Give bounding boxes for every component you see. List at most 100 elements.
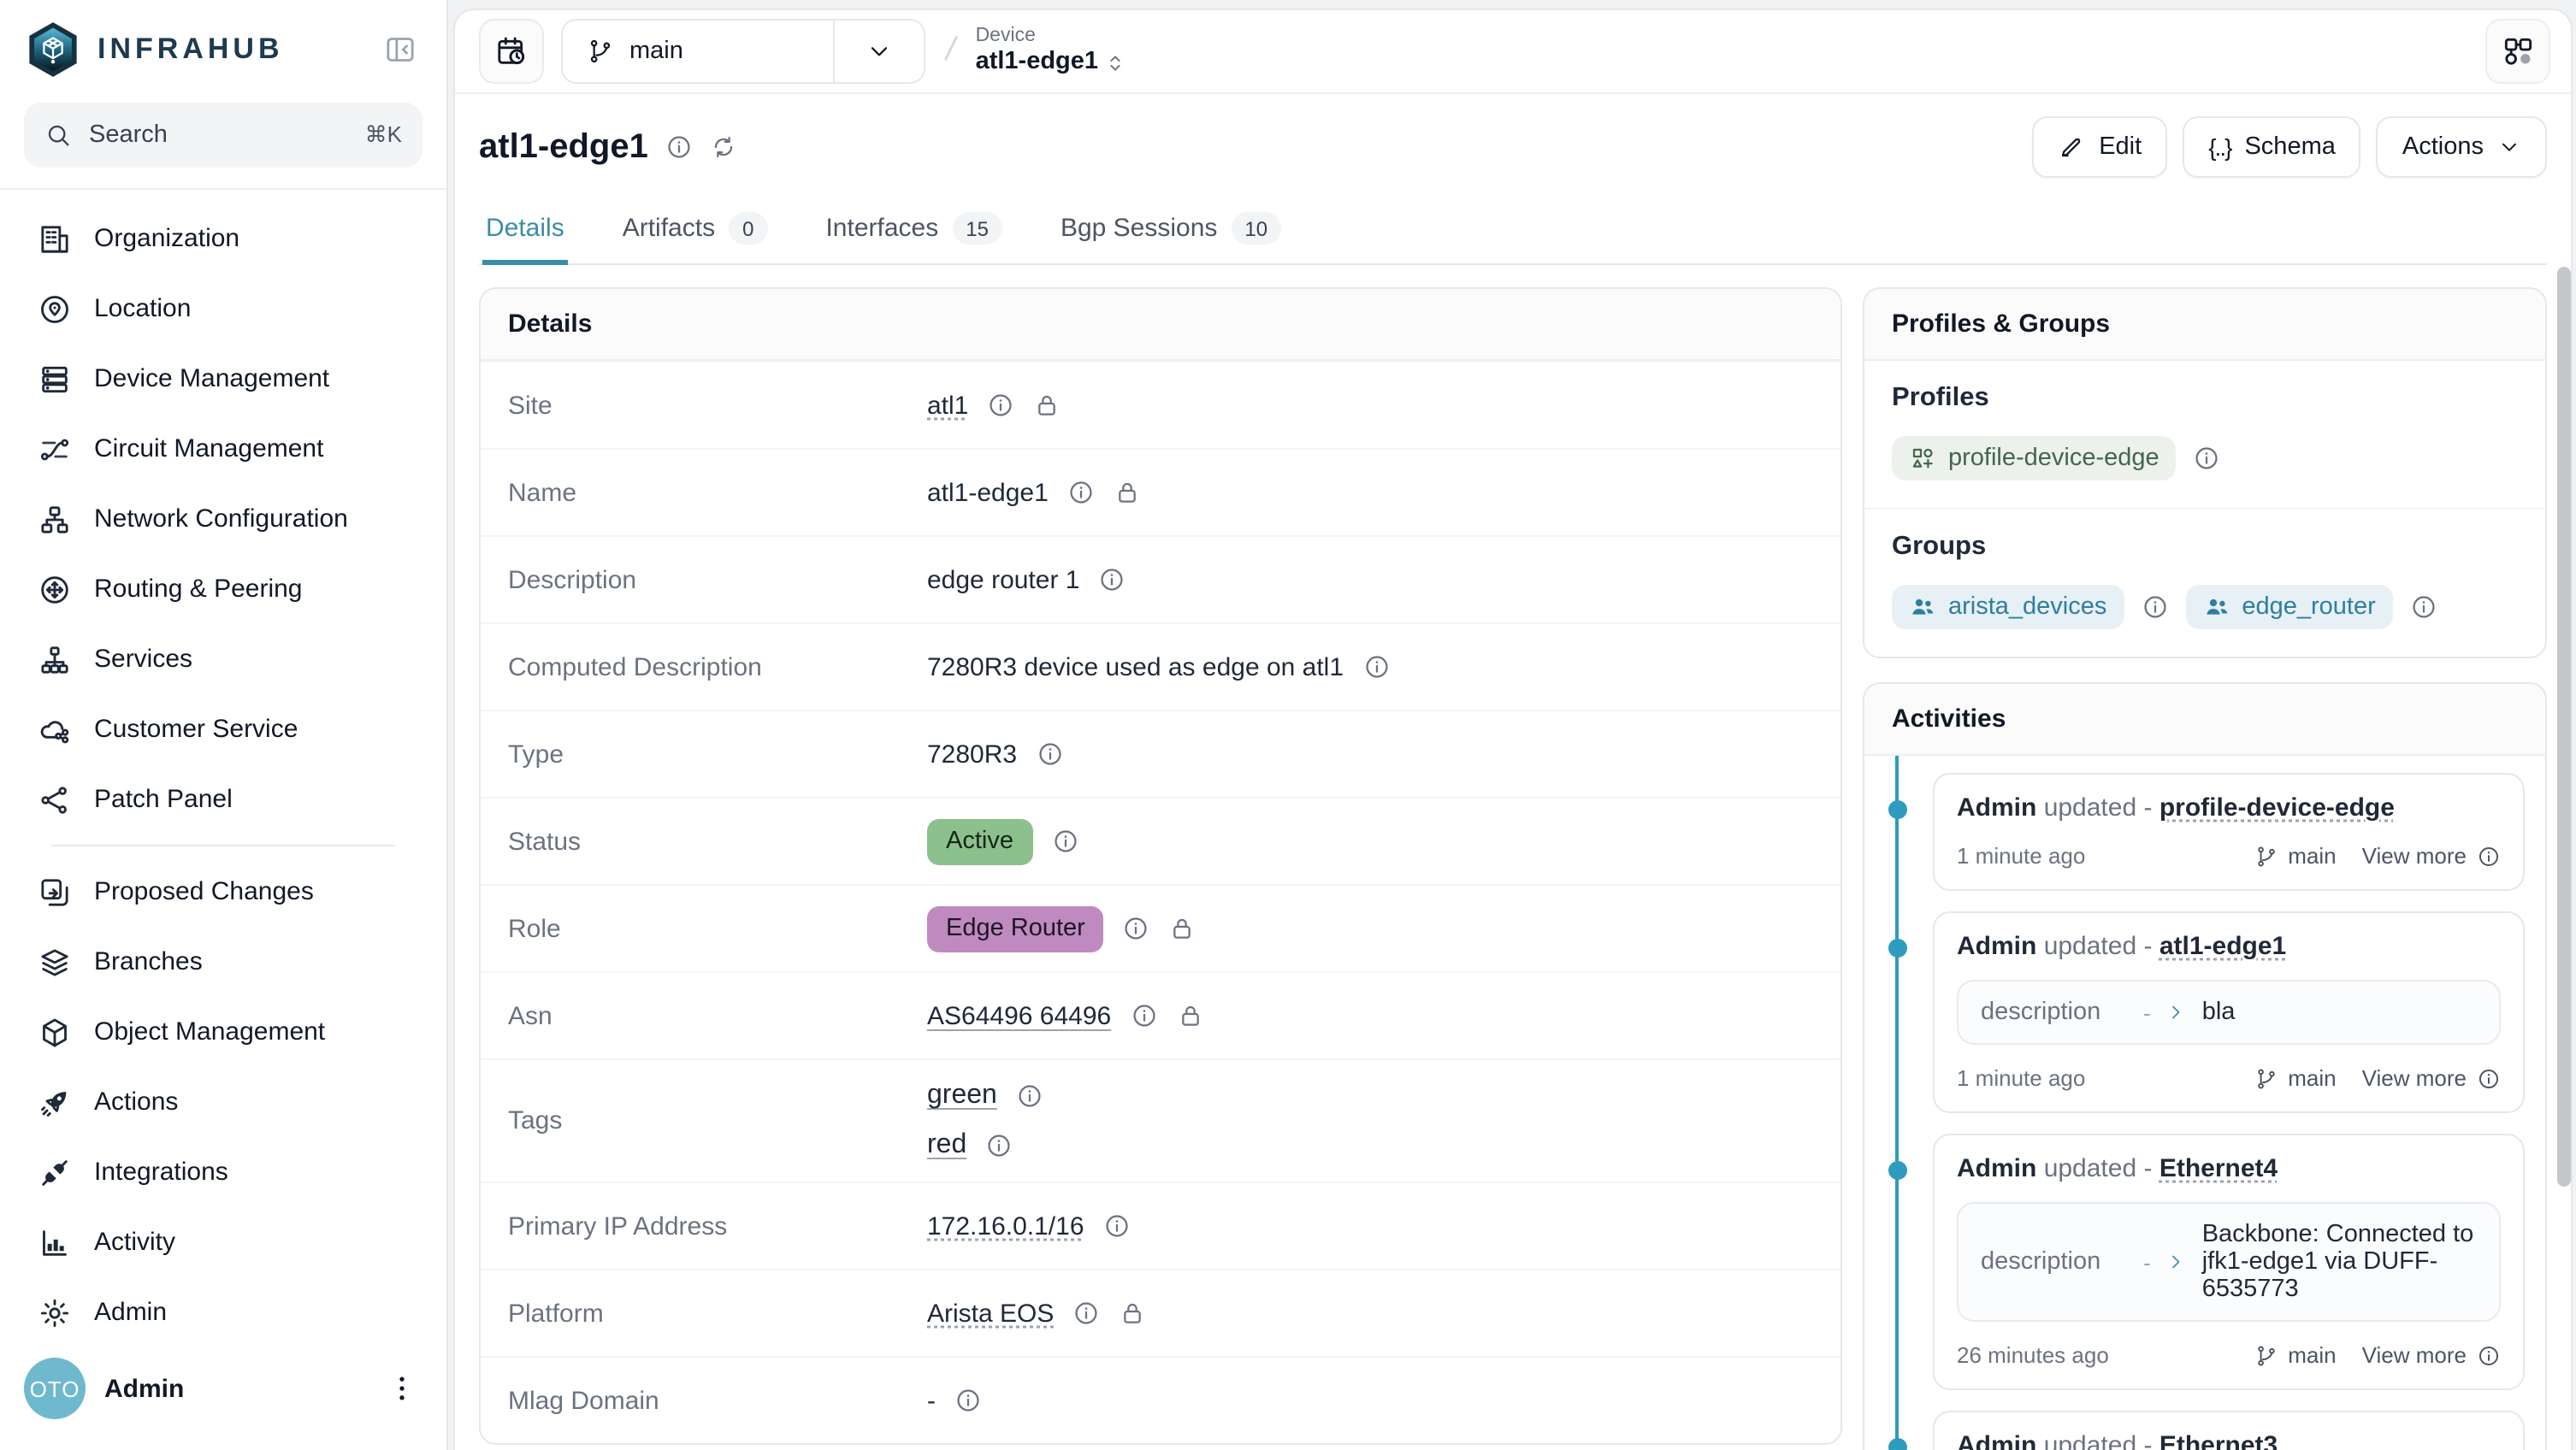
site-link[interactable]: atl1 <box>927 391 968 420</box>
lock-icon <box>1033 392 1061 419</box>
network-icon <box>38 502 72 536</box>
view-more-link[interactable]: View more <box>2362 1342 2501 1368</box>
graph-view-button[interactable] <box>2485 19 2550 84</box>
tab-count-badge: 15 <box>952 212 1002 245</box>
tab-details[interactable]: Details <box>482 212 568 263</box>
activity-object-link[interactable]: atl1-edge1 <box>2159 932 2286 961</box>
detail-row-platform: Platform Arista EOS <box>481 1269 1840 1356</box>
activity-time: 26 minutes ago <box>1957 1342 2109 1368</box>
sidebar-item-location[interactable]: Location <box>14 274 433 344</box>
scrollbar-thumb[interactable] <box>2557 267 2571 1187</box>
activities-card: Activities Admin updated - profile-devic… <box>1863 682 2547 1450</box>
info-icon[interactable] <box>1362 653 1390 681</box>
tab-artifacts[interactable]: Artifacts0 <box>619 212 771 263</box>
users-icon <box>2202 593 2230 621</box>
activity-time: 1 minute ago <box>1957 843 2085 869</box>
tab-bgp-sessions[interactable]: Bgp Sessions10 <box>1057 212 1285 263</box>
cube-icon <box>38 1015 72 1049</box>
activity-object-link[interactable]: profile-device-edge <box>2159 793 2395 822</box>
time-travel-button[interactable] <box>479 19 544 84</box>
view-more-link[interactable]: View more <box>2362 1065 2501 1091</box>
activity-object-link[interactable]: Ethernet4 <box>2159 1154 2278 1183</box>
sidebar-item-branches[interactable]: Branches <box>14 927 433 997</box>
sidebar-item-patch-panel[interactable]: Patch Panel <box>14 764 433 834</box>
group-chip-edge-router[interactable]: edge_router <box>2185 585 2392 629</box>
shapes-icon <box>1909 445 1936 472</box>
updown-selector-icon <box>1103 50 1127 74</box>
info-icon[interactable] <box>1067 479 1095 506</box>
info-icon[interactable] <box>2194 445 2221 472</box>
sidebar-item-device-management[interactable]: Device Management <box>14 344 433 414</box>
view-more-link[interactable]: View more <box>2362 843 2501 869</box>
search-input[interactable]: Search ⌘K <box>24 103 422 168</box>
sidebar-item-proposed-changes[interactable]: Proposed Changes <box>14 857 433 927</box>
detail-row-description: Description edge router 1 <box>481 535 1840 622</box>
info-icon[interactable] <box>1016 1082 1043 1110</box>
branch-dropdown-toggle[interactable] <box>833 21 924 82</box>
sidebar-item-object-management[interactable]: Object Management <box>14 997 433 1067</box>
brand-name: INFRAHUB <box>97 32 378 67</box>
detail-row-computed-description: Computed Description 7280R3 device used … <box>481 622 1840 710</box>
group-chip-arista-devices[interactable]: arista_devices <box>1892 585 2124 629</box>
sidebar-item-network-configuration[interactable]: Network Configuration <box>14 484 433 554</box>
gear-icon <box>38 1295 72 1329</box>
detail-row-tags: Tags green red <box>481 1058 1840 1182</box>
info-icon[interactable] <box>1130 1002 1157 1029</box>
activity-entry: Admin updated - atl1-edge1 description -… <box>1933 911 2525 1113</box>
sidebar-item-activity[interactable]: Activity <box>14 1207 433 1277</box>
avatar: OTO <box>24 1358 86 1419</box>
bar-chart-icon <box>38 1225 72 1259</box>
sidebar-item-organization[interactable]: Organization <box>14 203 433 274</box>
detail-row-primary-ip: Primary IP Address 172.16.0.1/16 <box>481 1182 1840 1269</box>
sidebar-item-actions[interactable]: Actions <box>14 1067 433 1137</box>
info-icon[interactable] <box>1072 1300 1100 1327</box>
user-menu-button[interactable] <box>381 1368 422 1409</box>
sidebar-item-customer-service[interactable]: Customer Service <box>14 694 433 764</box>
search-icon <box>44 121 72 149</box>
sidebar-item-integrations[interactable]: Integrations <box>14 1137 433 1207</box>
activity-object-link[interactable]: Ethernet3 <box>2159 1431 2278 1450</box>
chevron-right-icon <box>2166 1252 2187 1272</box>
primary-ip-link[interactable]: 172.16.0.1/16 <box>927 1211 1084 1241</box>
info-icon[interactable] <box>987 392 1014 419</box>
info-icon[interactable] <box>1103 1212 1131 1240</box>
breadcrumb: Device atl1-edge1 <box>976 26 1127 77</box>
info-icon <box>2477 1066 2501 1090</box>
actions-button[interactable]: Actions <box>2377 116 2547 178</box>
activity-change: description - bla <box>1957 980 2501 1045</box>
refresh-icon[interactable] <box>710 133 737 161</box>
detail-row-name: Name atl1-edge1 <box>481 448 1840 535</box>
schema-button[interactable]: {..}Schema <box>2183 116 2361 178</box>
breadcrumb-object-selector[interactable]: atl1-edge1 <box>976 49 1127 77</box>
profile-chip[interactable]: profile-device-edge <box>1892 436 2177 480</box>
info-icon[interactable] <box>954 1387 982 1414</box>
tab-interfaces[interactable]: Interfaces15 <box>822 212 1005 263</box>
activity-entry: Admin updated - Ethernet3 <box>1933 1411 2525 1450</box>
platform-link[interactable]: Arista EOS <box>927 1299 1054 1328</box>
info-icon[interactable] <box>2410 593 2437 621</box>
sidebar-item-services[interactable]: Services <box>14 624 433 694</box>
lock-icon <box>1169 915 1196 942</box>
info-icon[interactable] <box>1051 828 1078 855</box>
branch-selector[interactable]: main <box>561 19 925 84</box>
info-icon[interactable] <box>2141 593 2168 621</box>
share-icon <box>38 782 72 816</box>
info-icon[interactable] <box>1098 566 1126 593</box>
sidebar-item-routing-peering[interactable]: Routing & Peering <box>14 554 433 624</box>
info-icon[interactable] <box>1123 915 1150 942</box>
sidebar-item-circuit-management[interactable]: Circuit Management <box>14 414 433 484</box>
info-icon[interactable] <box>985 1132 1013 1159</box>
detail-row-status: Status Active <box>481 797 1840 884</box>
info-icon[interactable] <box>1036 740 1063 768</box>
detail-row-mlag-domain: Mlag Domain - <box>481 1356 1840 1443</box>
braces-icon: {..} <box>2208 133 2230 161</box>
info-icon[interactable] <box>665 133 693 161</box>
sidebar-item-admin[interactable]: Admin <box>14 1277 433 1347</box>
tag-link-green[interactable]: green <box>927 1081 997 1111</box>
edit-button[interactable]: Edit <box>2032 116 2167 178</box>
tag-link-red[interactable]: red <box>927 1130 966 1161</box>
logo-row: INFRAHUB <box>0 0 446 96</box>
collapse-sidebar-button[interactable] <box>378 27 422 72</box>
activity-entry: Admin updated - profile-device-edge 1 mi… <box>1933 773 2525 891</box>
asn-link[interactable]: AS64496 64496 <box>927 1001 1111 1030</box>
